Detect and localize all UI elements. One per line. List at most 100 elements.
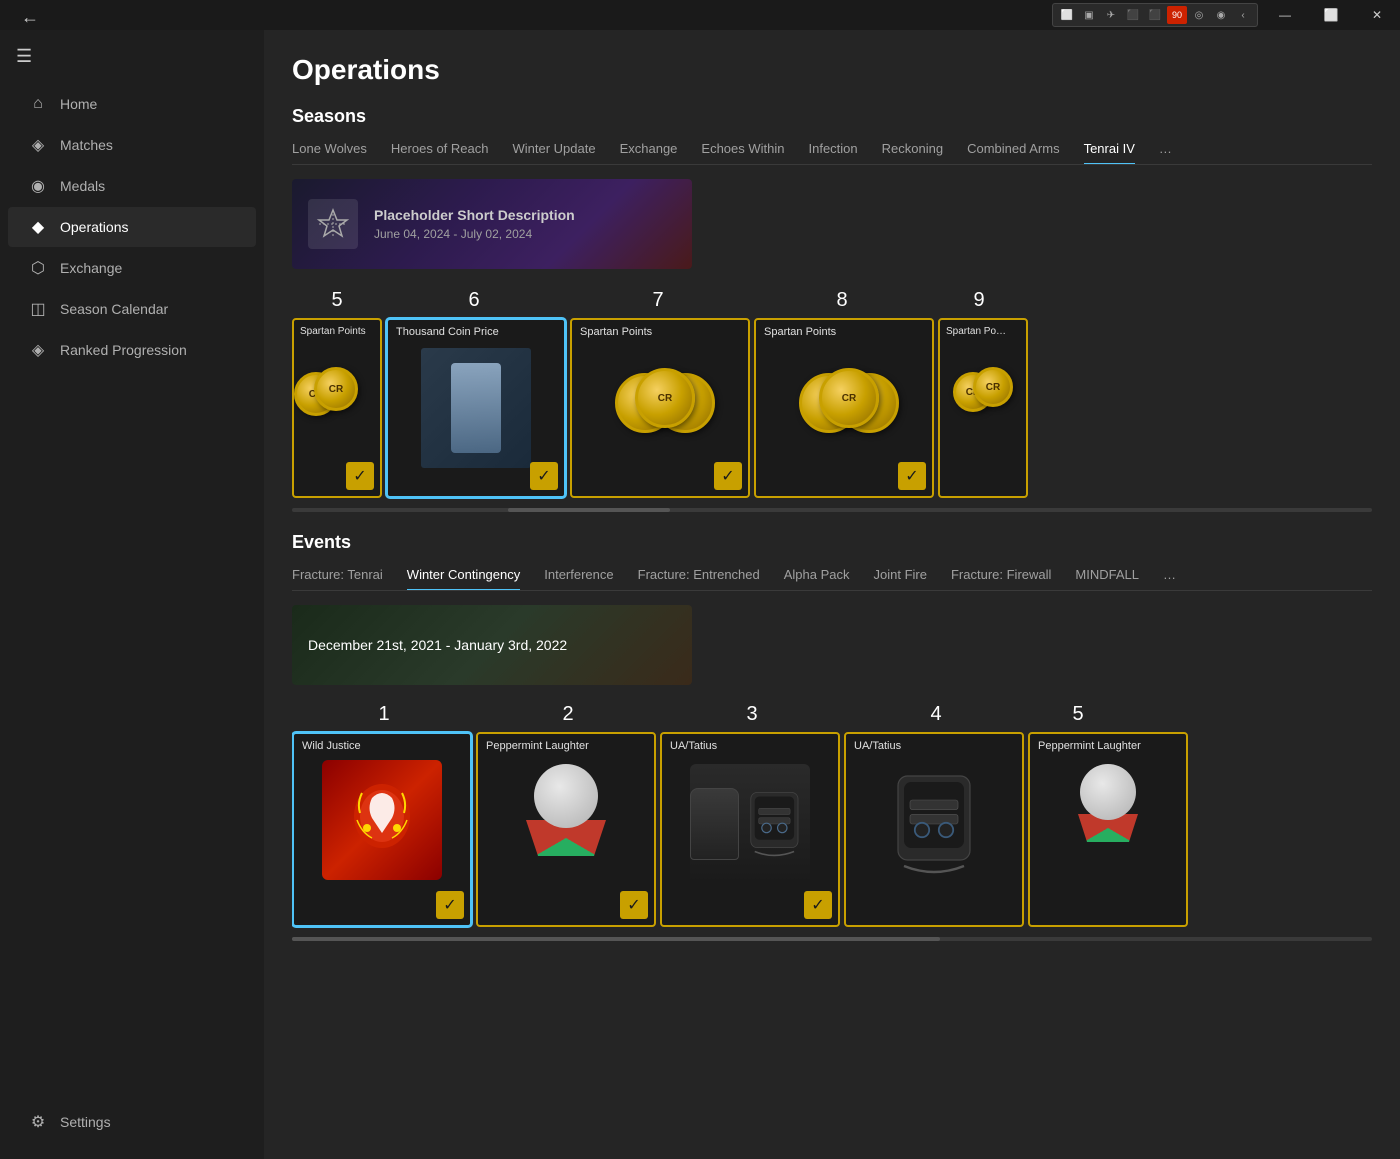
event-label-1: Wild Justice <box>294 734 470 752</box>
close-button[interactable]: ✕ <box>1354 0 1400 30</box>
window-controls: — ⬜ ✕ <box>1262 0 1400 30</box>
event-label-5: Peppermint Laughter <box>1030 734 1186 752</box>
tab-mindfall[interactable]: MINDFALL <box>1075 567 1139 590</box>
event-img-1 <box>294 760 470 880</box>
banner-date-range: June 04, 2024 - July 02, 2024 <box>374 227 575 241</box>
hamburger-menu[interactable]: ☰ <box>0 38 264 75</box>
sidebar-item-season-calendar[interactable]: ◫ Season Calendar <box>8 289 256 329</box>
events-section-title: Events <box>292 532 1372 553</box>
season-label-7: Spartan Points <box>572 320 748 338</box>
event-check-1: ✓ <box>436 891 464 919</box>
toolbar-icon-box2[interactable]: ⬛ <box>1145 6 1165 24</box>
tab-joint-fire[interactable]: Joint Fire <box>874 567 927 590</box>
season-num-8: 8 <box>750 289 934 312</box>
season-card-9[interactable]: Spartan Po… <box>938 318 1028 498</box>
tab-fracture-tenrai[interactable]: Fracture: Tenrai <box>292 567 383 590</box>
tab-combined-arms[interactable]: Combined Arms <box>967 141 1059 164</box>
season-label-5: Spartan Points <box>294 320 380 337</box>
toolbar-icon-chevron[interactable]: ‹ <box>1233 6 1253 24</box>
maximize-button[interactable]: ⬜ <box>1308 0 1354 30</box>
minimize-button[interactable]: — <box>1262 0 1308 30</box>
event-num-1: 1 <box>292 703 476 726</box>
banner-icon <box>308 199 358 249</box>
season-check-8: ✓ <box>898 462 926 490</box>
sidebar-bottom: ⚙ Settings <box>0 1101 264 1159</box>
event-img-3 <box>662 764 838 884</box>
medals-icon: ◉ <box>28 176 48 196</box>
coin-8-2 <box>819 368 879 428</box>
tab-reckoning[interactable]: Reckoning <box>882 141 943 164</box>
sidebar-item-medals[interactable]: ◉ Medals <box>8 166 256 206</box>
event-label-2: Peppermint Laughter <box>478 734 654 752</box>
toolbar-icon-box1[interactable]: ⬛ <box>1123 6 1143 24</box>
tab-fracture-firewall[interactable]: Fracture: Firewall <box>951 567 1051 590</box>
toolbar-icon-circle1[interactable]: ◎ <box>1189 6 1209 24</box>
sidebar-label-operations: Operations <box>60 219 128 235</box>
event-card-4[interactable]: UA/Tatius <box>844 732 1024 927</box>
sidebar-nav: ⌂ Home ◈ Matches ◉ Medals ◆ Operations ⬡… <box>0 83 264 371</box>
season-label-9: Spartan Po… <box>940 320 1026 337</box>
seasons-scrollbar[interactable] <box>292 508 1372 512</box>
toolbar-icon-group: ⬜ ▣ ✈ ⬛ ⬛ 90 ◎ ◉ ‹ <box>1052 3 1258 27</box>
event-img-4 <box>846 764 1022 884</box>
tab-echoes-within[interactable]: Echoes Within <box>701 141 784 164</box>
wild-justice-img <box>322 760 442 880</box>
sidebar-item-operations[interactable]: ◆ Operations <box>8 207 256 247</box>
event-img-2 <box>478 764 654 854</box>
events-rewards-cards: Wild Justice <box>292 732 1372 927</box>
events-scrollbar-thumb <box>292 937 940 941</box>
events-banner: December 21st, 2021 - January 3rd, 2022 <box>292 605 692 685</box>
season-card-5[interactable]: ✓ Spartan Points <box>292 318 382 498</box>
tab-interference[interactable]: Interference <box>544 567 613 590</box>
sidebar-item-matches[interactable]: ◈ Matches <box>8 125 256 165</box>
sidebar-label-exchange: Exchange <box>60 260 122 276</box>
season-img-6 <box>388 348 564 468</box>
tab-heroes-of-reach[interactable]: Heroes of Reach <box>391 141 489 164</box>
sidebar-label-ranked-progression: Ranked Progression <box>60 342 187 358</box>
season-card-6[interactable]: Thousand Coin Price ✓ <box>386 318 566 498</box>
sidebar-item-exchange[interactable]: ⬡ Exchange <box>8 248 256 288</box>
exchange-icon: ⬡ <box>28 258 48 278</box>
events-banner-date: December 21st, 2021 - January 3rd, 2022 <box>308 637 567 653</box>
event-label-4: UA/Tatius <box>846 734 1022 752</box>
ua-tatius-img-4 <box>874 764 994 884</box>
tab-fracture-entrenched[interactable]: Fracture: Entrenched <box>638 567 760 590</box>
event-check-2: ✓ <box>620 891 648 919</box>
tab-lone-wolves[interactable]: Lone Wolves <box>292 141 367 164</box>
sidebar-item-ranked-progression[interactable]: ◈ Ranked Progression <box>8 330 256 370</box>
peppermint-ball-5 <box>1080 764 1136 820</box>
tab-winter-update[interactable]: Winter Update <box>512 141 595 164</box>
events-scrollbar[interactable] <box>292 937 1372 941</box>
tab-events-more[interactable]: … <box>1163 567 1176 590</box>
tab-tenrai-iv[interactable]: Tenrai IV <box>1084 141 1135 164</box>
toolbar-icon-arrow[interactable]: ✈ <box>1101 6 1121 24</box>
tab-seasons-more[interactable]: … <box>1159 141 1172 164</box>
season-num-6: 6 <box>382 289 566 312</box>
event-card-1[interactable]: Wild Justice <box>292 732 472 927</box>
event-card-2[interactable]: Peppermint Laughter ✓ <box>476 732 656 927</box>
sidebar-item-home[interactable]: ⌂ Home <box>8 84 256 124</box>
event-check-3: ✓ <box>804 891 832 919</box>
event-card-3[interactable]: UA/Tatius <box>660 732 840 927</box>
coin-2 <box>314 367 358 411</box>
event-img-5 <box>1030 764 1186 844</box>
tab-winter-contingency[interactable]: Winter Contingency <box>407 567 520 590</box>
season-label-6: Thousand Coin Price <box>388 320 564 338</box>
season-img-7 <box>572 368 748 433</box>
season-card-7[interactable]: Spartan Points ✓ <box>570 318 750 498</box>
tab-exchange[interactable]: Exchange <box>620 141 678 164</box>
toolbar-icon-screen[interactable]: ▣ <box>1079 6 1099 24</box>
season-card-8[interactable]: Spartan Points ✓ <box>754 318 934 498</box>
season-img-5 <box>294 367 380 432</box>
sidebar-item-settings[interactable]: ⚙ Settings <box>8 1102 256 1142</box>
tab-alpha-pack[interactable]: Alpha Pack <box>784 567 850 590</box>
toolbar-icon-circle2[interactable]: ◉ <box>1211 6 1231 24</box>
home-icon: ⌂ <box>28 94 48 114</box>
matches-icon: ◈ <box>28 135 48 155</box>
sidebar-label-home: Home <box>60 96 97 112</box>
ua-tatius-svg-4 <box>874 764 994 884</box>
tab-infection[interactable]: Infection <box>809 141 858 164</box>
event-card-5[interactable]: Peppermint Laughter <box>1028 732 1188 927</box>
toolbar-icon-xp[interactable]: 90 <box>1167 6 1187 24</box>
toolbar-icon-camera[interactable]: ⬜ <box>1057 6 1077 24</box>
